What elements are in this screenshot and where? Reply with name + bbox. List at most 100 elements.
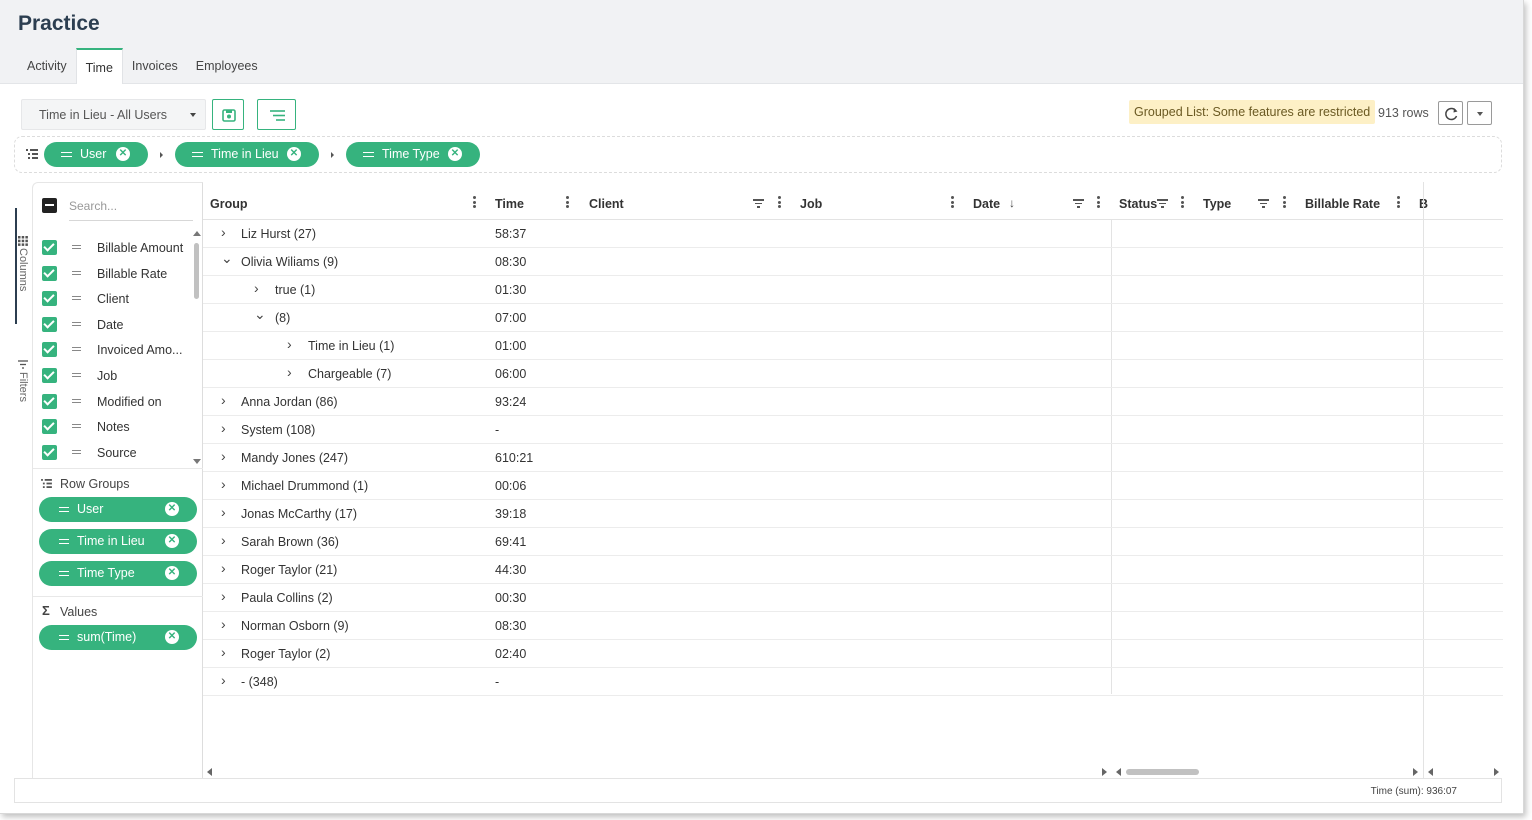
checkbox-checked-icon[interactable] bbox=[42, 291, 57, 307]
column-item[interactable]: Date bbox=[33, 312, 193, 337]
tab-employees[interactable]: Employees bbox=[187, 48, 267, 84]
header-billable-rate[interactable]: Billable Rate bbox=[1298, 182, 1412, 220]
chevron-right-icon[interactable]: › bbox=[221, 560, 226, 576]
scroll-right-icon[interactable] bbox=[1494, 768, 1499, 776]
remove-icon[interactable]: ✕ bbox=[116, 147, 130, 161]
table-row[interactable]: › Time in Lieu (1) 01:00 bbox=[203, 332, 1503, 360]
scroll-down-icon[interactable] bbox=[193, 459, 201, 464]
horizontal-scrollbar[interactable] bbox=[203, 766, 1503, 778]
chevron-right-icon[interactable]: › bbox=[221, 532, 226, 548]
save-view-button[interactable] bbox=[212, 99, 244, 130]
chevron-right-icon[interactable]: › bbox=[221, 588, 226, 604]
column-list-scrollbar[interactable] bbox=[192, 231, 201, 467]
chevron-right-icon[interactable]: › bbox=[287, 336, 292, 352]
header-date[interactable]: Date ↓ bbox=[966, 182, 1111, 220]
row-group-chip-time-in-lieu[interactable]: Time in Lieu ✕ bbox=[39, 529, 197, 554]
drag-handle-icon[interactable] bbox=[59, 635, 69, 640]
drag-handle-icon[interactable] bbox=[59, 571, 69, 576]
checkbox-checked-icon[interactable] bbox=[42, 393, 57, 409]
column-item[interactable]: Billable Rate bbox=[33, 261, 193, 286]
table-row[interactable]: › Norman Osborn (9) 08:30 bbox=[203, 612, 1503, 640]
column-item[interactable]: Invoiced Amo... bbox=[33, 337, 193, 362]
header-type[interactable]: Type bbox=[1196, 182, 1298, 220]
column-item[interactable]: Notes bbox=[33, 414, 193, 439]
table-row[interactable]: › Chargeable (7) 06:00 bbox=[203, 360, 1503, 388]
column-item[interactable]: Client bbox=[33, 286, 193, 311]
checkbox-checked-icon[interactable] bbox=[42, 419, 57, 435]
column-menu-icon[interactable] bbox=[1397, 196, 1400, 208]
group-chip-time-type[interactable]: Time Type ✕ bbox=[346, 142, 480, 167]
table-row[interactable]: › Liz Hurst (27) 58:37 bbox=[203, 220, 1503, 248]
sort-descending-icon[interactable]: ↓ bbox=[1009, 196, 1015, 210]
checkbox-checked-icon[interactable] bbox=[42, 444, 57, 460]
drag-handle-icon[interactable] bbox=[72, 270, 81, 275]
filter-icon[interactable] bbox=[1258, 199, 1269, 208]
remove-icon[interactable]: ✕ bbox=[165, 502, 179, 516]
chevron-right-icon[interactable]: › bbox=[221, 448, 226, 464]
table-row[interactable]: ⌄ Olivia Wiliams (9) 08:30 bbox=[203, 248, 1503, 276]
chevron-right-icon[interactable]: › bbox=[287, 364, 292, 380]
remove-icon[interactable]: ✕ bbox=[165, 566, 179, 580]
header-job[interactable]: Job bbox=[793, 182, 966, 220]
drag-handle-icon[interactable] bbox=[192, 152, 203, 157]
header-time[interactable]: Time bbox=[488, 182, 581, 220]
chevron-right-icon[interactable]: › bbox=[221, 476, 226, 492]
column-search-input[interactable] bbox=[69, 191, 193, 221]
filter-icon[interactable] bbox=[1157, 199, 1168, 208]
scroll-up-icon[interactable] bbox=[193, 231, 201, 236]
column-menu-icon[interactable] bbox=[1181, 196, 1184, 208]
table-row[interactable]: › Sarah Brown (36) 69:41 bbox=[203, 528, 1503, 556]
table-row[interactable]: › System (108) - bbox=[203, 416, 1503, 444]
view-select[interactable]: Time in Lieu - All Users bbox=[21, 99, 206, 130]
column-item[interactable]: Job bbox=[33, 363, 193, 388]
header-client[interactable]: Client bbox=[582, 182, 792, 220]
chevron-down-icon[interactable]: ⌄ bbox=[254, 306, 266, 323]
column-menu-icon[interactable] bbox=[473, 196, 476, 208]
table-row[interactable]: › Anna Jordan (86) 93:24 bbox=[203, 388, 1503, 416]
row-group-chip-user[interactable]: User ✕ bbox=[39, 497, 197, 522]
column-menu-icon[interactable] bbox=[951, 196, 954, 208]
select-all-checkbox[interactable] bbox=[42, 198, 57, 213]
table-row[interactable]: › Roger Taylor (21) 44:30 bbox=[203, 556, 1503, 584]
remove-icon[interactable]: ✕ bbox=[165, 534, 179, 548]
scroll-right-icon[interactable] bbox=[1102, 768, 1107, 776]
chevron-right-icon[interactable]: › bbox=[221, 392, 226, 408]
table-row[interactable]: › Mandy Jones (247) 610:21 bbox=[203, 444, 1503, 472]
table-row[interactable]: › Michael Drummond (1) 00:06 bbox=[203, 472, 1503, 500]
chevron-down-icon[interactable]: ⌄ bbox=[221, 250, 233, 267]
filter-icon[interactable] bbox=[753, 199, 764, 208]
more-options-button[interactable] bbox=[1467, 101, 1492, 125]
remove-icon[interactable]: ✕ bbox=[287, 147, 301, 161]
filter-icon[interactable] bbox=[1073, 199, 1084, 208]
group-chip-time-in-lieu[interactable]: Time in Lieu ✕ bbox=[175, 142, 319, 167]
drag-handle-icon[interactable] bbox=[72, 321, 81, 326]
remove-icon[interactable]: ✕ bbox=[448, 147, 462, 161]
tab-time[interactable]: Time bbox=[75, 48, 123, 84]
value-chip-sum-time[interactable]: sum(Time) ✕ bbox=[39, 625, 197, 650]
remove-icon[interactable]: ✕ bbox=[165, 630, 179, 644]
tab-invoices[interactable]: Invoices bbox=[123, 48, 187, 84]
drag-handle-icon[interactable] bbox=[72, 373, 81, 377]
chevron-right-icon[interactable]: › bbox=[221, 672, 226, 688]
checkbox-checked-icon[interactable] bbox=[42, 240, 57, 255]
drag-handle-icon[interactable] bbox=[363, 152, 374, 157]
table-row[interactable]: › Roger Taylor (2) 02:40 bbox=[203, 640, 1503, 668]
table-row[interactable]: ⌄ (8) 07:00 bbox=[203, 304, 1503, 332]
drag-handle-icon[interactable] bbox=[59, 507, 69, 512]
scroll-thumb[interactable] bbox=[194, 243, 199, 299]
group-panel-toggle-button[interactable] bbox=[257, 99, 296, 130]
checkbox-checked-icon[interactable] bbox=[42, 265, 57, 281]
checkbox-checked-icon[interactable] bbox=[42, 342, 57, 358]
column-menu-icon[interactable] bbox=[566, 196, 569, 208]
column-item[interactable]: Modified on bbox=[33, 389, 193, 414]
scroll-thumb[interactable] bbox=[1126, 769, 1199, 775]
chevron-right-icon[interactable]: › bbox=[221, 616, 226, 632]
drag-handle-icon[interactable] bbox=[72, 398, 81, 403]
chevron-right-icon[interactable]: › bbox=[221, 224, 226, 240]
header-status[interactable]: Status bbox=[1112, 182, 1196, 220]
column-menu-icon[interactable] bbox=[1097, 196, 1100, 208]
table-row[interactable]: › Jonas McCarthy (17) 39:18 bbox=[203, 500, 1503, 528]
chevron-right-icon[interactable]: › bbox=[221, 420, 226, 436]
drag-handle-icon[interactable] bbox=[72, 296, 81, 301]
column-menu-icon[interactable] bbox=[1283, 196, 1286, 208]
